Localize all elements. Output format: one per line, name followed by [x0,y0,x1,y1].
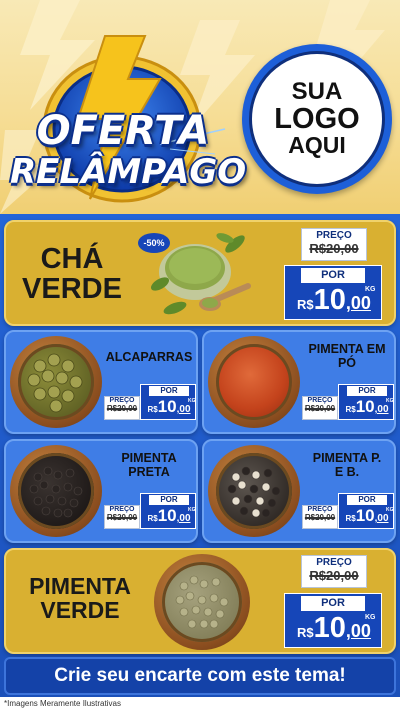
old-price: R$20,00 [304,404,336,413]
product-card-pimenta-p-e-b[interactable]: PIMENTA P. E B. PREÇO R$20,00 POR R$10,0… [202,439,396,543]
price-currency: R$ [345,405,356,414]
price-currency: R$ [297,625,314,640]
logo-placeholder-inner: SUA LOGO AQUI [249,51,385,187]
old-price-box: PREÇO R$20,00 [104,505,140,529]
product-name-line2: VERDE [22,273,122,306]
price-currency: R$ [147,405,158,414]
new-price-box: POR R$10,00 KG [284,593,382,648]
por-label: POR [301,596,365,611]
product-name: CHÁ VERDE [14,244,130,305]
logo-text-line2: LOGO [274,102,360,135]
price-integer: 10 [355,506,375,525]
oferta-relampago-badge: OFERTA RELÂMPAGO [10,34,246,204]
price-cents: ,00 [345,621,371,641]
por-label: POR [347,495,387,505]
logo-placeholder[interactable]: SUA LOGO AQUI [242,44,392,194]
product-name-line2: PRETA [128,465,170,480]
product-card-pimenta-preta[interactable]: PIMENTA PRETA PREÇO R$20,00 POR R$10,00 … [4,439,198,543]
product-name-line1: PIMENTA P. [312,451,382,465]
product-card-alcaparras[interactable]: ALCAPARRAS PREÇO R$20,00 POR R$10,00 KG [4,330,198,434]
price-integer: 10 [157,397,177,416]
price-currency: R$ [345,514,356,523]
product-name-line2: VERDE [40,597,120,624]
price-integer: 10 [157,506,177,525]
price-unit: KG [386,507,394,513]
por-label: POR [301,268,365,283]
badge-title-line2: RELÂMPAGO [10,152,247,192]
price-unit: KG [386,398,394,404]
alcaparras-bowl-icon [10,336,102,428]
product-name: PIMENTA VERDE [10,574,150,622]
header-banner: OFERTA RELÂMPAGO SUA LOGO AQUI [0,0,400,214]
new-price-box: POR R$10,00 KG [338,384,394,420]
discount-badge: -50% [138,233,170,253]
pimenta-pb-bowl-icon [208,445,300,537]
old-price-box: PREÇO R$20,00 [301,228,367,261]
new-price-box: POR R$10,00 KG [140,493,196,529]
price-currency: R$ [297,297,314,312]
preco-label: PREÇO [316,557,352,568]
product-name: PIMENTA PRETA [104,451,194,480]
price-cents: ,00 [345,293,371,313]
old-price: R$20,00 [106,404,138,413]
price-integer: 10 [313,284,346,316]
old-price-box: PREÇO R$20,00 [301,555,367,588]
product-name-line1: PIMENTA [121,451,177,465]
price-cents: ,00 [374,404,389,415]
old-price-box: PREÇO R$20,00 [302,505,338,529]
price-cents: ,00 [374,513,389,524]
por-label: POR [149,495,189,505]
product-card-pimenta-em-po[interactable]: PIMENTA EM PÓ PREÇO R$20,00 POR R$10,00 … [202,330,396,434]
price-cents: ,00 [176,404,191,415]
por-label: POR [347,386,387,396]
preco-label: PREÇO [109,506,135,513]
old-price: R$20,00 [309,241,359,256]
pimenta-preta-bowl-icon [10,445,102,537]
new-price-box: POR R$10,00 KG [140,384,196,420]
product-name-line2: E B. [334,465,360,480]
preco-label: PREÇO [316,230,352,241]
new-price-box: POR R$10,00 KG [338,493,394,529]
price-unit: KG [188,398,196,404]
old-price-box: PREÇO R$20,00 [104,396,140,420]
logo-text-line3: AQUI [288,132,346,159]
preco-label: PREÇO [307,506,333,513]
footer-disclaimer: *Imagens Meramente Ilustrativas [0,697,400,711]
old-price-box: PREÇO R$20,00 [302,396,338,420]
old-price: R$20,00 [304,513,336,522]
price-integer: 10 [313,612,346,644]
product-card-pimenta-verde[interactable]: PIMENTA VERDE PREÇO R$20,00 POR R$10,00 … [4,548,396,654]
product-name-line1: PIMENTA EM [308,342,386,356]
price-currency: R$ [147,514,158,523]
new-price-box: POR R$10,00 KG [284,265,382,320]
pimenta-verde-bowl-icon [154,554,250,650]
old-price: R$20,00 [106,513,138,522]
product-name-line2: PÓ [337,356,357,371]
cta-banner[interactable]: Crie seu encarte com este tema! [4,657,396,695]
badge-title-line1: OFERTA [36,108,210,154]
pimenta-po-bowl-icon [208,336,300,428]
price-unit: KG [365,286,376,293]
product-name-line1: CHÁ [40,243,104,275]
price-unit: KG [188,507,196,513]
price-unit: KG [365,614,376,621]
price-integer: 10 [355,397,375,416]
preco-label: PREÇO [109,397,135,404]
preco-label: PREÇO [307,397,333,404]
product-name: PIMENTA P. E B. [302,451,392,480]
product-name: ALCAPARRAS [105,350,193,364]
old-price: R$20,00 [309,568,359,583]
logo-text-line1: SUA [291,78,343,106]
product-card-cha-verde[interactable]: CHÁ VERDE PREÇO R$20,00 POR R$10,00 KG [4,220,396,326]
product-name: PIMENTA EM PÓ [302,342,392,371]
product-name-line1: PIMENTA [29,573,131,599]
por-label: POR [149,386,189,396]
price-cents: ,00 [176,513,191,524]
